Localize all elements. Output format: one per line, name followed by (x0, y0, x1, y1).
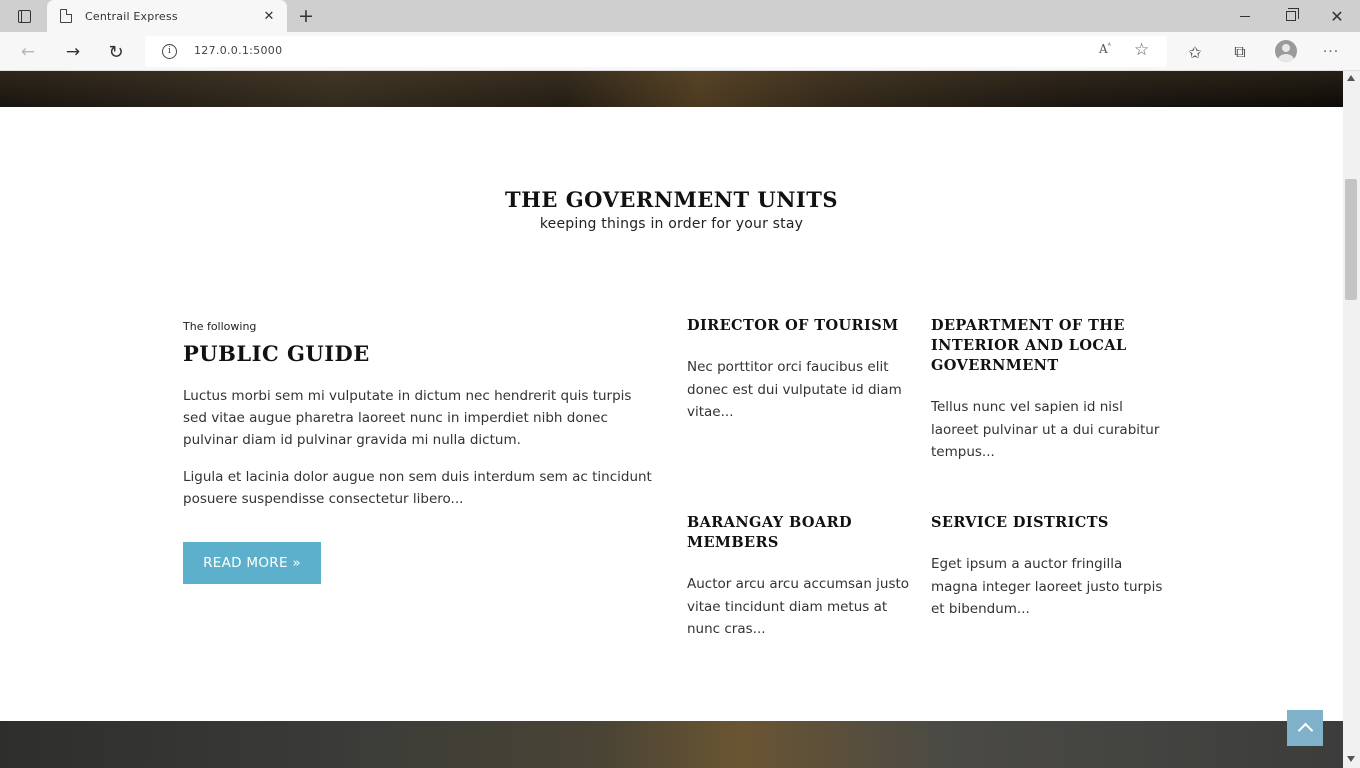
maximize-icon (1286, 8, 1299, 21)
close-window-button[interactable]: ✕ (1314, 0, 1360, 32)
section-title: THE GOVERNMENT UNITS (504, 187, 839, 212)
page-viewport: THE GOVERNMENT UNITS keeping things in o… (0, 71, 1343, 768)
unit-text: Eget ipsum a auctor fringilla magna inte… (931, 556, 1163, 617)
back-arrow-icon: ← (20, 42, 36, 62)
address-bar[interactable]: i 127.0.0.1:5000 Aᴬ ☆ (145, 36, 1167, 67)
unit-title[interactable]: DEPARTMENT OF THE INTERIOR AND LOCAL GOV… (931, 316, 1163, 376)
browser-tab[interactable]: Centrail Express ✕ (47, 0, 287, 32)
tab-close-icon[interactable]: ✕ (262, 9, 276, 24)
collections-icon[interactable]: ⧉ (1229, 41, 1251, 63)
forward-button[interactable]: → (60, 39, 86, 65)
favorites-icon[interactable]: ✩ (1184, 41, 1206, 63)
unit-title[interactable]: DIRECTOR OF TOURISM (687, 316, 919, 336)
forward-arrow-icon: → (65, 42, 81, 62)
guide-paragraph-2: Ligula et lacinia dolor augue non sem du… (183, 469, 652, 507)
unit-card-director-of-tourism: DIRECTOR OF TOURISM Nec porttitor orci f… (687, 316, 919, 424)
maximize-button[interactable] (1268, 0, 1314, 32)
unit-text: Nec porttitor orci faucibus elit donec e… (687, 359, 902, 420)
unit-title[interactable]: BARANGAY BOARD MEMBERS (687, 513, 919, 553)
read-aloud-icon[interactable]: Aᴬ (1099, 42, 1111, 56)
tab-title: Centrail Express (85, 9, 178, 23)
chevron-up-icon (1297, 722, 1313, 739)
unit-text: Tellus nunc vel sapien id nisl laoreet p… (931, 399, 1160, 460)
unit-card-barangay-board: BARANGAY BOARD MEMBERS Auctor arcu arcu … (687, 513, 919, 641)
unit-text: Auctor arcu arcu accumsan justo vitae ti… (687, 576, 910, 637)
more-icon[interactable]: ··· (1320, 41, 1342, 63)
unit-card-dilg: DEPARTMENT OF THE INTERIOR AND LOCAL GOV… (931, 316, 1163, 464)
guide-paragraph-1: Luctus morbi sem mi vulputate in dictum … (183, 388, 632, 448)
close-icon: ✕ (1330, 6, 1344, 26)
reload-icon: ↻ (108, 41, 124, 63)
back-button[interactable]: ← (15, 39, 41, 65)
hero-image-bottom (0, 721, 1343, 768)
tab-bar: Centrail Express ✕ + ✕ (0, 0, 1360, 32)
page-scrollbar[interactable] (1343, 71, 1360, 768)
unit-title[interactable]: SERVICE DISTRICTS (931, 513, 1163, 533)
tab-actions-icon[interactable] (10, 7, 38, 25)
guide-kicker: The following (183, 320, 257, 333)
minimize-icon (1240, 15, 1250, 17)
scroll-up-arrow-icon[interactable] (1347, 75, 1355, 81)
hero-image-top (0, 71, 1343, 107)
back-to-top-button[interactable] (1287, 710, 1323, 746)
page-icon (60, 9, 72, 23)
reload-button[interactable]: ↻ (103, 39, 129, 65)
minimize-button[interactable] (1222, 0, 1268, 32)
info-icon[interactable]: i (162, 44, 177, 59)
url-text[interactable]: 127.0.0.1:5000 (194, 44, 282, 57)
add-favorite-icon[interactable]: ☆ (1134, 40, 1149, 60)
unit-card-service-districts: SERVICE DISTRICTS Eget ipsum a auctor fr… (931, 513, 1163, 621)
read-more-button[interactable]: READ MORE » (183, 542, 321, 584)
section-subtitle: keeping things in order for your stay (539, 216, 804, 232)
scroll-down-arrow-icon[interactable] (1347, 756, 1355, 762)
scrollbar-thumb[interactable] (1345, 179, 1357, 300)
profile-icon[interactable] (1275, 40, 1297, 62)
browser-toolbar: ← → ↻ i 127.0.0.1:5000 Aᴬ ☆ ✩ ⧉ ··· (0, 32, 1360, 71)
new-tab-button[interactable]: + (296, 4, 316, 28)
guide-title: PUBLIC GUIDE (183, 341, 370, 366)
